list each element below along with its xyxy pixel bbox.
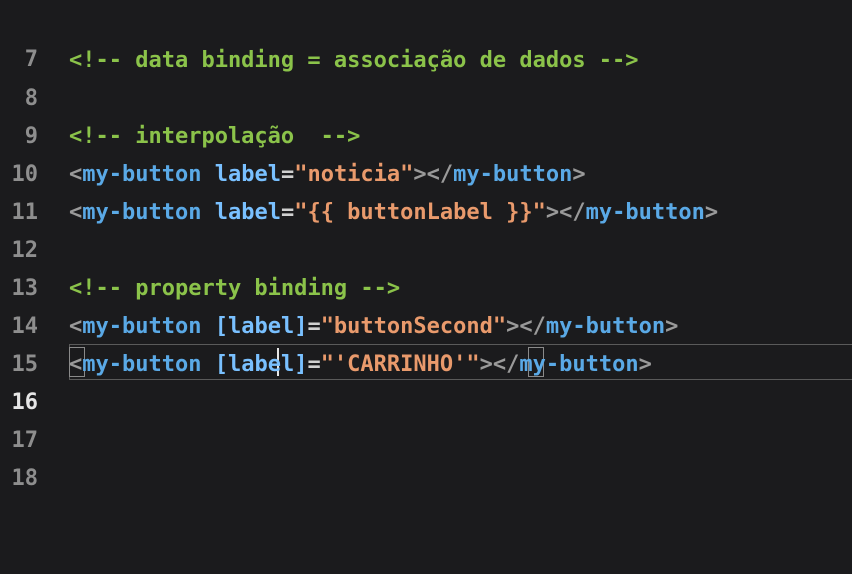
tag-name: my-button bbox=[82, 162, 202, 187]
equals-sign: = bbox=[307, 314, 321, 339]
code-line[interactable]: 14 <!-- property binding --> bbox=[0, 270, 852, 339]
html-comment: <!-- data binding = associação de dados … bbox=[69, 48, 639, 73]
tag-bracket: > bbox=[665, 314, 679, 339]
tag-bracket: ></ bbox=[545, 200, 586, 225]
code-line[interactable]: 15 <my-button [label]="buttonSecond"></m… bbox=[0, 308, 852, 377]
tag-bracket: < bbox=[69, 314, 83, 339]
equals-sign: = bbox=[280, 162, 295, 187]
code-line[interactable]: 7 bbox=[0, 3, 852, 72]
html-comment: <!-- property binding --> bbox=[69, 276, 401, 301]
attribute-name: label bbox=[214, 162, 281, 187]
code-line[interactable]: 13 bbox=[0, 232, 852, 301]
attribute-name: [label] bbox=[214, 314, 308, 339]
tag-bracket: > bbox=[638, 352, 652, 377]
tag-bracket: < bbox=[69, 200, 83, 225]
code-line[interactable]: 11 <my-button label="noticia"></my-butto… bbox=[0, 156, 852, 225]
equals-sign: = bbox=[307, 352, 321, 377]
tag-bracket: ></ bbox=[413, 162, 454, 187]
tag-bracket: < bbox=[69, 352, 83, 377]
attribute-value: "'CARRINHO'" bbox=[320, 352, 480, 377]
attribute-name: [label] bbox=[214, 352, 308, 377]
code-line[interactable]: 8 <!-- data binding = associação de dado… bbox=[0, 42, 852, 111]
code-line[interactable]: 17 bbox=[0, 384, 852, 453]
tag-bracket: > bbox=[704, 200, 719, 225]
code-line[interactable]: 10 <!-- interpolação --> bbox=[0, 118, 852, 187]
line-code: <my-button [label]="buttonSecond"></my-b… bbox=[69, 308, 678, 346]
code-editor[interactable]: 7 8 <!-- data binding = associação de da… bbox=[0, 0, 852, 497]
tag-name: my-button bbox=[82, 352, 202, 377]
line-code: <my-button [label]="'CARRINHO'"></my-but… bbox=[69, 346, 652, 384]
tag-bracket: > bbox=[572, 162, 586, 187]
attribute-name: label bbox=[214, 200, 281, 225]
code-line[interactable]: 12 <my-button label="{{ buttonLabel }}">… bbox=[0, 194, 852, 263]
attribute-value: "{{ buttonLabel }}" bbox=[294, 200, 546, 225]
html-comment: <!-- interpolação --> bbox=[69, 124, 361, 149]
equals-sign: = bbox=[280, 200, 295, 225]
tag-name: my-button bbox=[453, 162, 573, 187]
code-line-current[interactable]: 16 <my-button [label]="'CARRINHO'"></my-… bbox=[0, 346, 852, 415]
tag-bracket: ></ bbox=[479, 352, 520, 377]
code-line[interactable]: 18 bbox=[0, 422, 852, 491]
tag-bracket: ></ bbox=[506, 314, 546, 339]
attribute-value: "buttonSecond" bbox=[320, 314, 507, 339]
code-line[interactable]: 9 bbox=[0, 80, 852, 149]
tag-bracket: < bbox=[69, 162, 83, 187]
line-code: <my-button label="{{ buttonLabel }}"></m… bbox=[69, 194, 718, 232]
line-code: <my-button label="noticia"></my-button> bbox=[69, 156, 586, 194]
attribute-value: "noticia" bbox=[294, 162, 414, 187]
tag-name: my-button bbox=[585, 200, 705, 225]
line-number: 18 bbox=[11, 466, 39, 491]
tag-name: my-button bbox=[82, 314, 202, 339]
tag-name: my-button bbox=[519, 352, 639, 377]
tag-name: my-button bbox=[545, 314, 666, 339]
tag-name: my-button bbox=[82, 200, 202, 225]
